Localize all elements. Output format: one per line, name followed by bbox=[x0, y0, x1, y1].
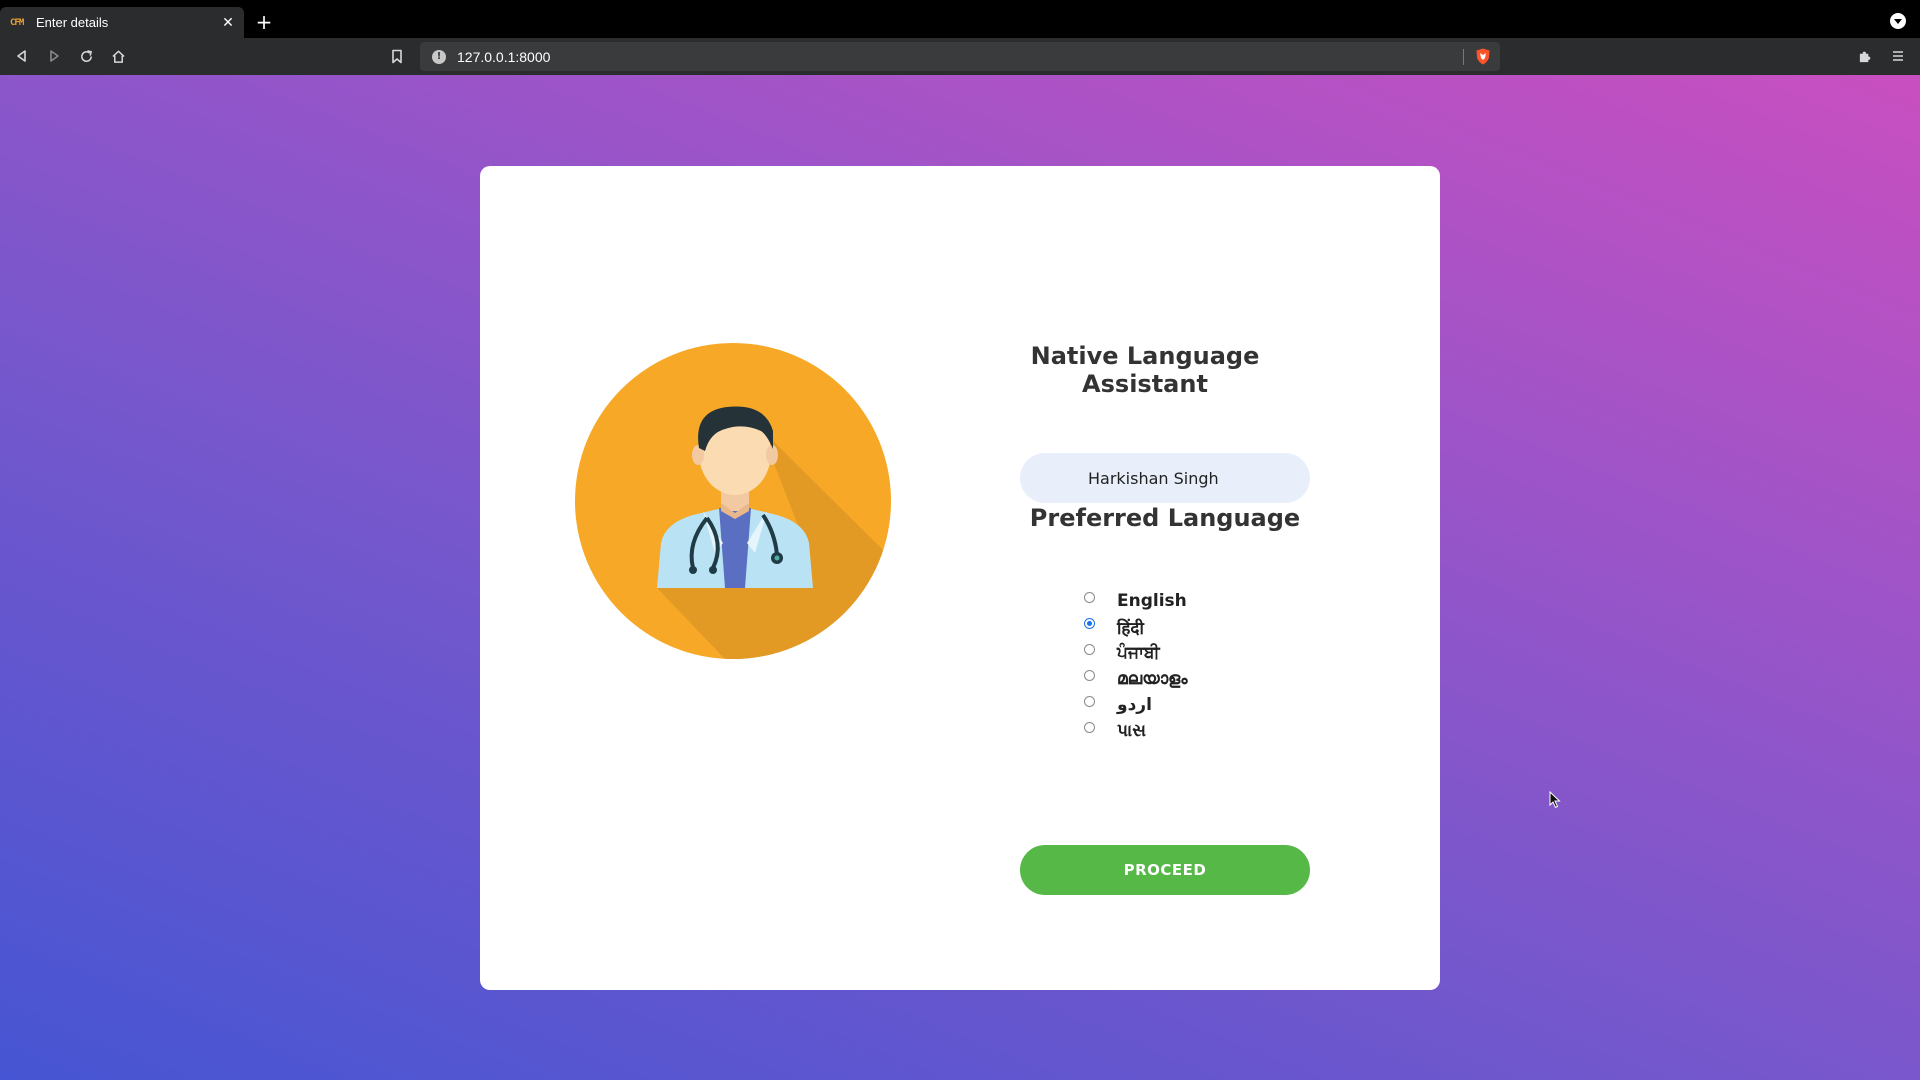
browser-tab[interactable]: CFM Enter details ✕ bbox=[0, 7, 244, 38]
preferred-language-heading: Preferred Language bbox=[1029, 504, 1301, 532]
extensions-button[interactable] bbox=[1853, 44, 1877, 68]
language-radio-punjabi[interactable] bbox=[1084, 643, 1095, 655]
close-tab-icon[interactable]: ✕ bbox=[220, 15, 236, 31]
back-button[interactable] bbox=[10, 44, 34, 68]
tab-title: Enter details bbox=[36, 15, 109, 30]
favicon-icon: CFM bbox=[10, 17, 24, 28]
doctor-avatar-icon bbox=[575, 343, 891, 659]
form-card: Native Language Assistant Preferred Lang… bbox=[480, 166, 1440, 990]
tab-search-icon[interactable] bbox=[1890, 13, 1906, 29]
back-icon bbox=[17, 50, 26, 62]
language-label[interactable]: हिंदी bbox=[1117, 616, 1144, 639]
home-icon bbox=[111, 50, 125, 63]
language-label[interactable]: മലയാളം bbox=[1117, 669, 1187, 689]
language-label[interactable]: ਪੰਜਾਬੀ bbox=[1117, 643, 1160, 663]
language-option-urdu[interactable]: اردو bbox=[1084, 690, 1187, 716]
forward-icon bbox=[50, 50, 59, 62]
bookmark-icon bbox=[392, 49, 402, 63]
page-background: Native Language Assistant Preferred Lang… bbox=[0, 75, 1920, 1080]
home-button[interactable] bbox=[106, 44, 130, 68]
language-radio-malayalam[interactable] bbox=[1084, 669, 1095, 681]
url-text[interactable]: 127.0.0.1:8000 bbox=[457, 49, 550, 65]
site-info-icon[interactable]: ! bbox=[432, 49, 446, 64]
language-option-punjabi[interactable]: ਪੰਜਾਬੀ bbox=[1084, 638, 1187, 664]
forward-button[interactable] bbox=[42, 44, 66, 68]
new-tab-button[interactable]: + bbox=[254, 10, 274, 34]
language-radio-group: English हिंदी ਪੰਜਾਬੀ മലയാളം اردو પાસ bbox=[1084, 586, 1187, 742]
language-option-hindi[interactable]: हिंदी bbox=[1084, 612, 1187, 639]
url-divider bbox=[1463, 49, 1464, 65]
language-label[interactable]: English bbox=[1117, 591, 1187, 611]
reload-icon bbox=[80, 49, 92, 62]
browser-tab-bar: CFM Enter details ✕ + bbox=[0, 0, 1920, 38]
address-bar[interactable]: ! 127.0.0.1:8000 bbox=[420, 42, 1500, 71]
language-radio-english[interactable] bbox=[1084, 591, 1095, 603]
language-radio-gujarati[interactable] bbox=[1084, 721, 1095, 733]
hamburger-menu-icon bbox=[1893, 51, 1903, 61]
language-label[interactable]: પાસ bbox=[1117, 721, 1146, 741]
language-radio-urdu[interactable] bbox=[1084, 695, 1095, 707]
language-label[interactable]: اردو bbox=[1117, 695, 1152, 715]
browser-toolbar: ! 127.0.0.1:8000 bbox=[0, 38, 1920, 75]
language-option-malayalam[interactable]: മലയാളം bbox=[1084, 664, 1187, 690]
proceed-button[interactable]: PROCEED bbox=[1020, 845, 1310, 895]
language-option-english[interactable]: English bbox=[1084, 586, 1187, 612]
reload-button[interactable] bbox=[74, 44, 98, 68]
name-input[interactable] bbox=[1020, 453, 1310, 503]
language-option-gujarati[interactable]: પાસ bbox=[1084, 716, 1187, 742]
puzzle-icon bbox=[1859, 51, 1870, 62]
app-title: Native Language Assistant bbox=[1030, 342, 1260, 398]
language-radio-hindi[interactable] bbox=[1084, 617, 1095, 629]
brave-shield-icon[interactable] bbox=[1475, 48, 1491, 65]
mouse-cursor-icon bbox=[1549, 791, 1561, 809]
bookmark-button[interactable] bbox=[385, 44, 409, 68]
menu-button[interactable] bbox=[1886, 44, 1910, 68]
